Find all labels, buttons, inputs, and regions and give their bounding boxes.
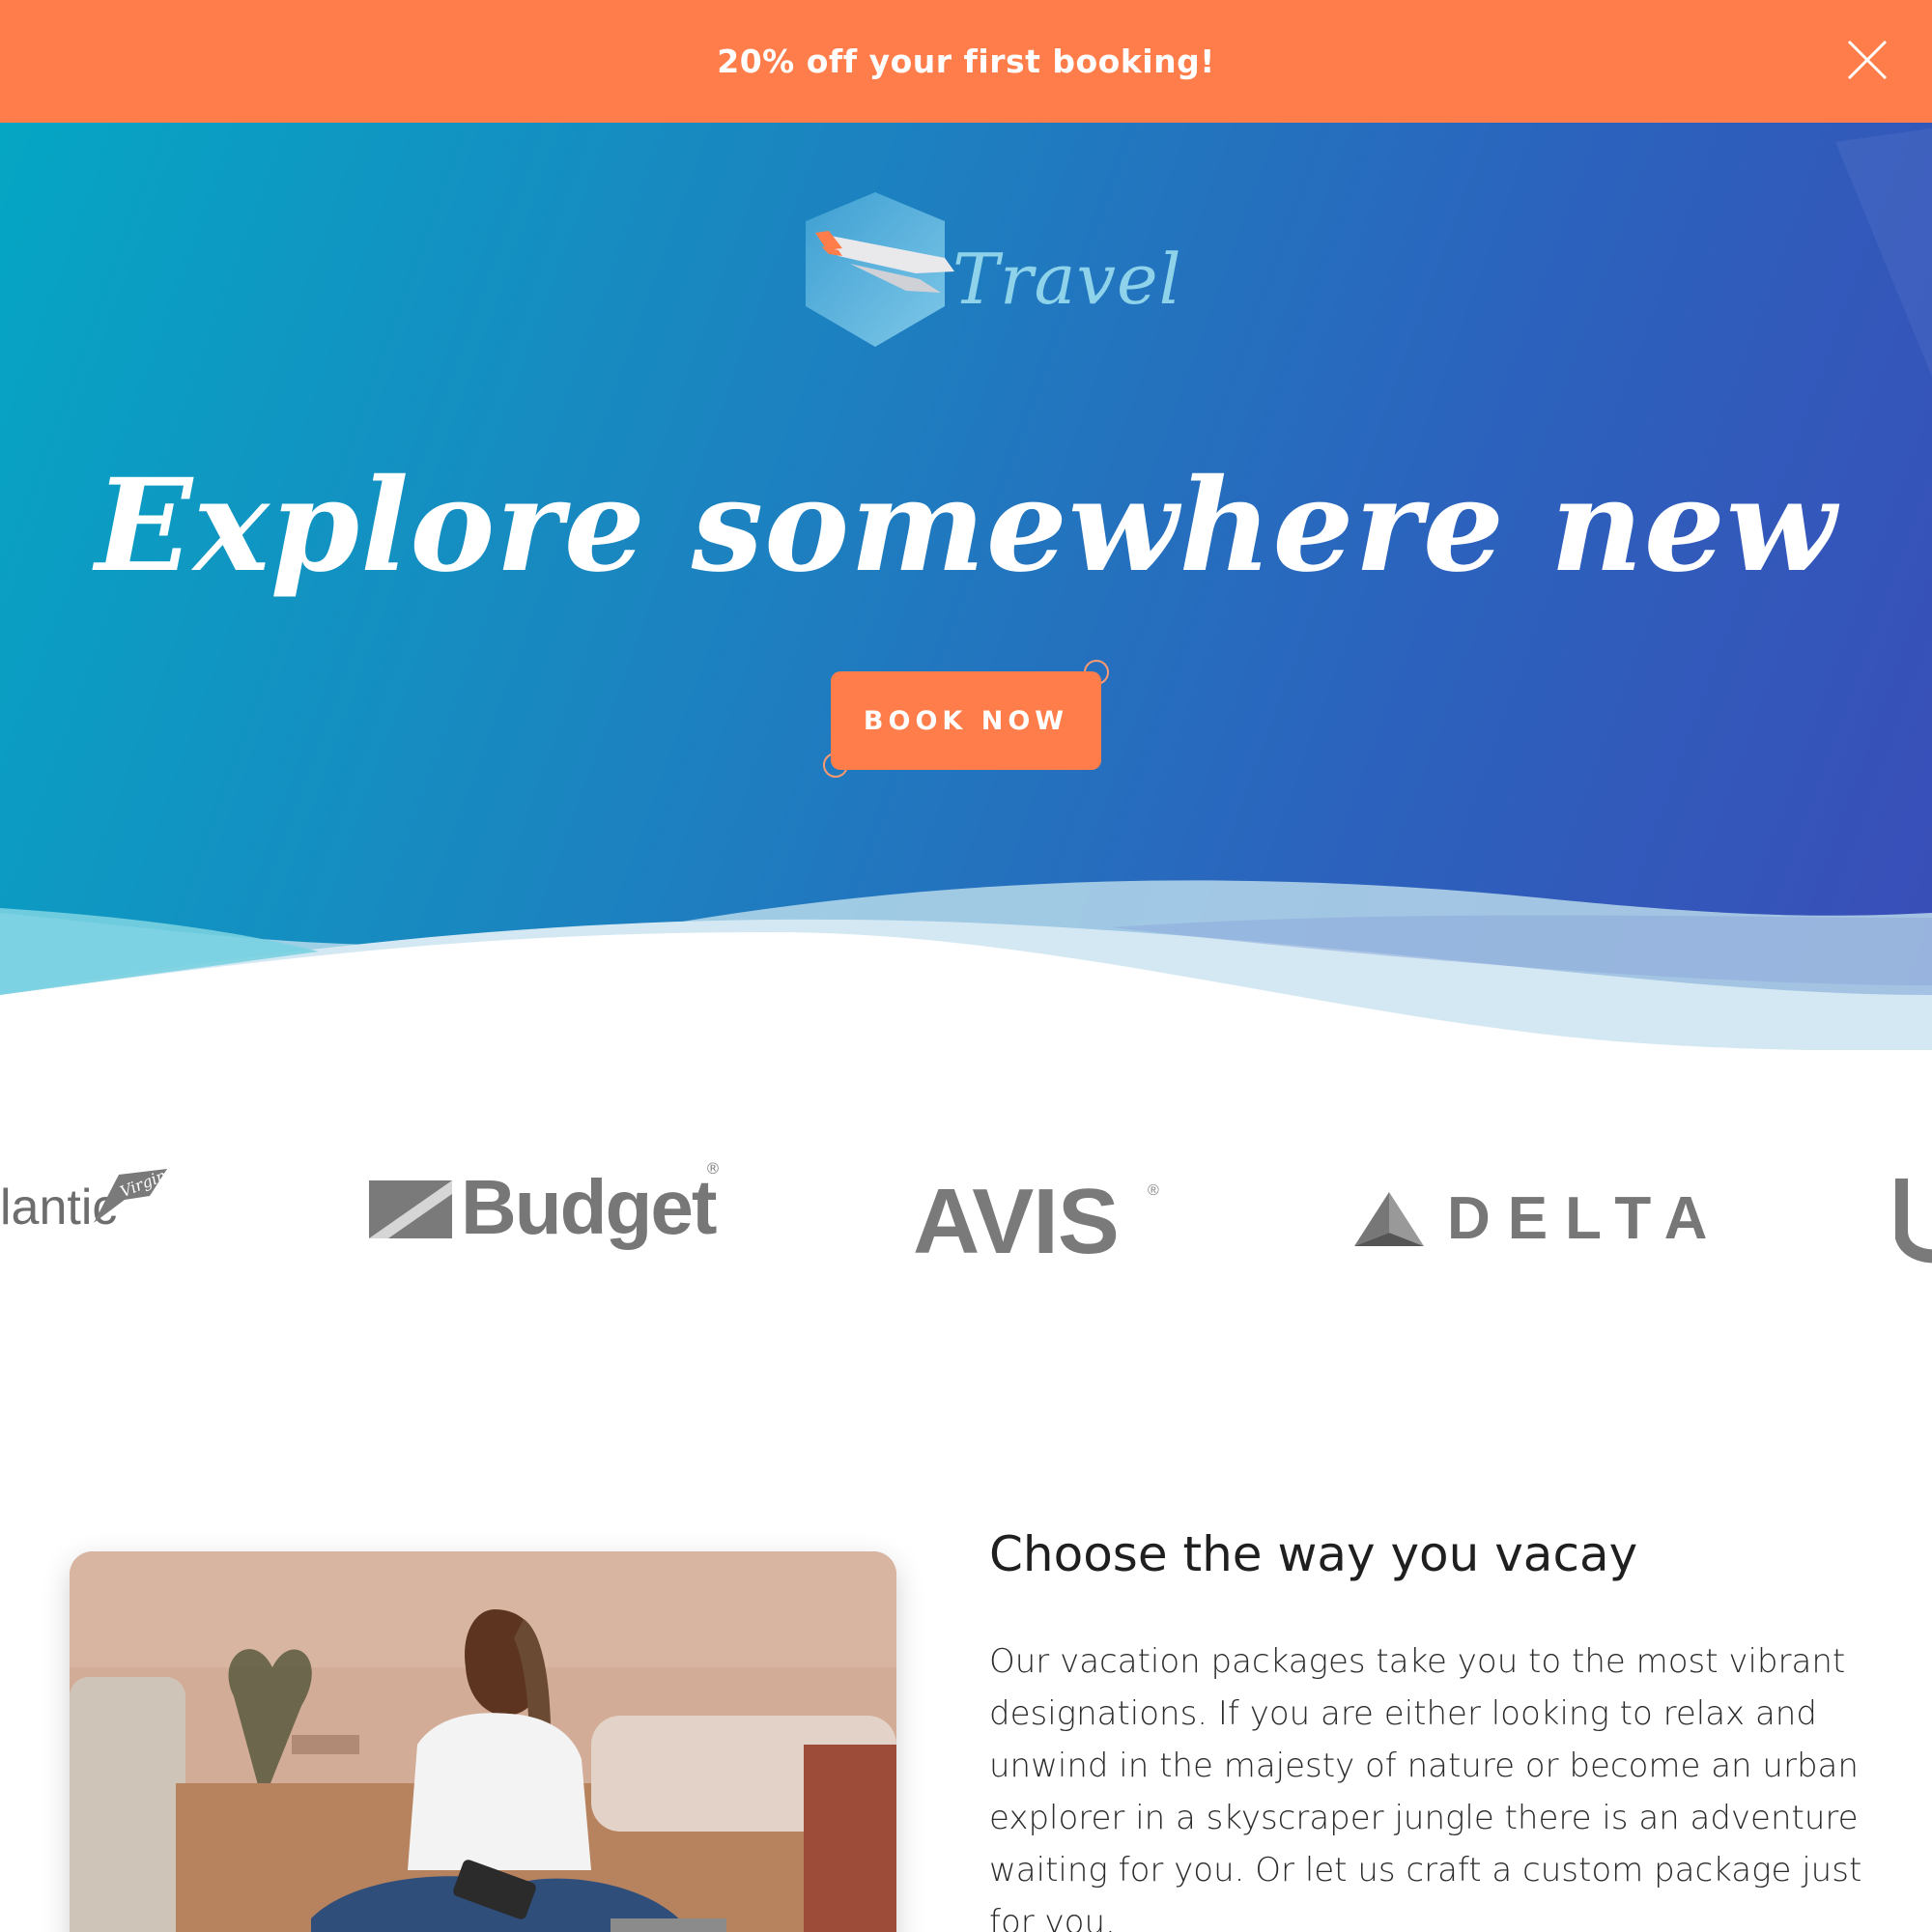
logo-wordmark: Travel xyxy=(952,239,1182,320)
virgin-atlantic-logo: lantic Virgin xyxy=(0,1167,169,1236)
book-now-button[interactable]: BOOK NOW xyxy=(831,671,1101,770)
delta-widget-icon xyxy=(1354,1192,1424,1246)
section-body: Our vacation packages take you to the mo… xyxy=(989,1642,1862,1932)
avis-wordmark: AVIS xyxy=(913,1170,1120,1273)
traveler-photo xyxy=(70,1551,896,1932)
hero-title: Explore somewhere new xyxy=(95,451,1837,601)
budget-mark-icon xyxy=(369,1180,452,1238)
promo-text: 20% off your first booking! xyxy=(717,43,1215,80)
avis-logo: AVIS ® xyxy=(913,1169,1159,1275)
budget-wordmark: Budget xyxy=(461,1164,718,1250)
hero-decoration xyxy=(1835,128,1932,377)
photo-illustration xyxy=(70,1551,896,1932)
partner-logos: lantic Virgin Budget ® AVIS ® DELTA xyxy=(0,1159,1932,1285)
avis-registered-mark: ® xyxy=(1148,1182,1159,1199)
virgin-tail-icon: Virgin xyxy=(94,1167,169,1223)
partial-brand-logo xyxy=(1895,1179,1932,1264)
promo-banner: 20% off your first booking! xyxy=(0,0,1932,123)
delta-wordmark: DELTA xyxy=(1447,1185,1725,1252)
section-title: Choose the way you vacay xyxy=(989,1526,1638,1582)
close-icon[interactable] xyxy=(1846,39,1889,81)
hero-section: Travel Explore somewhere new BOOK NOW xyxy=(0,123,1932,1050)
budget-registered-mark: ® xyxy=(705,1159,721,1178)
